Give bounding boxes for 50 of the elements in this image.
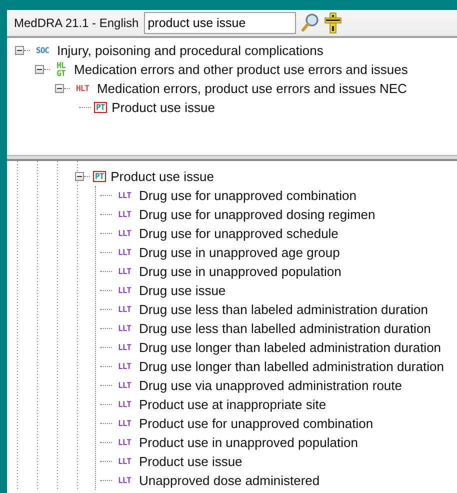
term-level-label: LLT [117, 228, 132, 240]
tree-item[interactable]: Product use at inappropriate site [138, 397, 326, 412]
term-level-label: HL GT [56, 60, 66, 80]
tree-item[interactable]: Medication errors and other product use errors and issues [73, 62, 408, 77]
term-level-label: LLT [117, 418, 132, 430]
tree-item[interactable]: Product use for unapproved combination [138, 416, 374, 431]
tree-item[interactable]: Product use issue [110, 169, 214, 184]
dictionary-label: MedDRA 21.1 - English [14, 16, 139, 30]
search-icon[interactable] [300, 13, 319, 33]
tree-item[interactable]: Medication errors, product use errors and issues NEC [96, 81, 407, 96]
term-level-label: PT [93, 171, 106, 182]
term-level-label: PT [94, 102, 107, 113]
tree-item[interactable]: Drug use less than labeled administration duration [138, 302, 428, 317]
term-level-label: LLT [117, 456, 132, 468]
tree-item[interactable]: Product use issue [138, 454, 242, 469]
tree-item[interactable]: Drug use via unapproved administration route [138, 378, 402, 393]
term-level-label: LLT [117, 304, 132, 316]
collapse-icon[interactable] [55, 84, 64, 93]
term-level-label: LLT [117, 380, 132, 392]
tree-item[interactable]: Drug use issue [138, 283, 226, 298]
tree-item[interactable]: Product use issue [110, 100, 215, 115]
term-level-label: LLT [117, 323, 132, 335]
collapse-icon[interactable] [75, 172, 84, 181]
tree-item[interactable]: Unapproved dose administered [138, 473, 320, 488]
term-level-label: LLT [117, 437, 132, 449]
term-level-label: SOC [35, 45, 50, 57]
tree-item[interactable]: Drug use for unapproved schedule [138, 226, 338, 241]
term-level-label: LLT [117, 475, 132, 487]
hierarchy-icon[interactable] [324, 12, 342, 34]
search-field[interactable]: product use issue [144, 12, 296, 34]
term-level-label: LLT [117, 342, 132, 354]
term-level-label: LLT [117, 361, 132, 373]
collapse-icon[interactable] [15, 46, 24, 55]
term-level-label: LLT [117, 266, 132, 278]
term-level-label: LLT [117, 190, 132, 202]
tree-item[interactable]: Drug use less than labelled administration duration [138, 321, 431, 336]
term-level-label: LLT [117, 285, 132, 297]
tree-item[interactable]: Drug use for unapproved combination [138, 188, 356, 203]
term-level-label: HLT [75, 83, 90, 95]
term-level-label: LLT [117, 247, 132, 259]
tree-item[interactable]: Drug use longer than labelled administration duration [138, 359, 444, 374]
term-level-label: LLT [117, 209, 132, 221]
tree-item[interactable]: Drug use longer than labeled administration duration [138, 340, 442, 355]
tree-item[interactable]: Product use in unapproved population [138, 435, 358, 450]
term-level-label: LLT [117, 399, 132, 411]
tree-item[interactable]: Drug use for unapproved dosing regimen [138, 207, 376, 222]
collapse-icon[interactable] [35, 65, 44, 74]
tree-item[interactable]: Drug use in unapproved age group [138, 245, 340, 260]
tree-item[interactable]: Injury, poisoning and procedural complications [56, 43, 324, 58]
tree-item[interactable]: Drug use in unapproved population [138, 264, 342, 279]
